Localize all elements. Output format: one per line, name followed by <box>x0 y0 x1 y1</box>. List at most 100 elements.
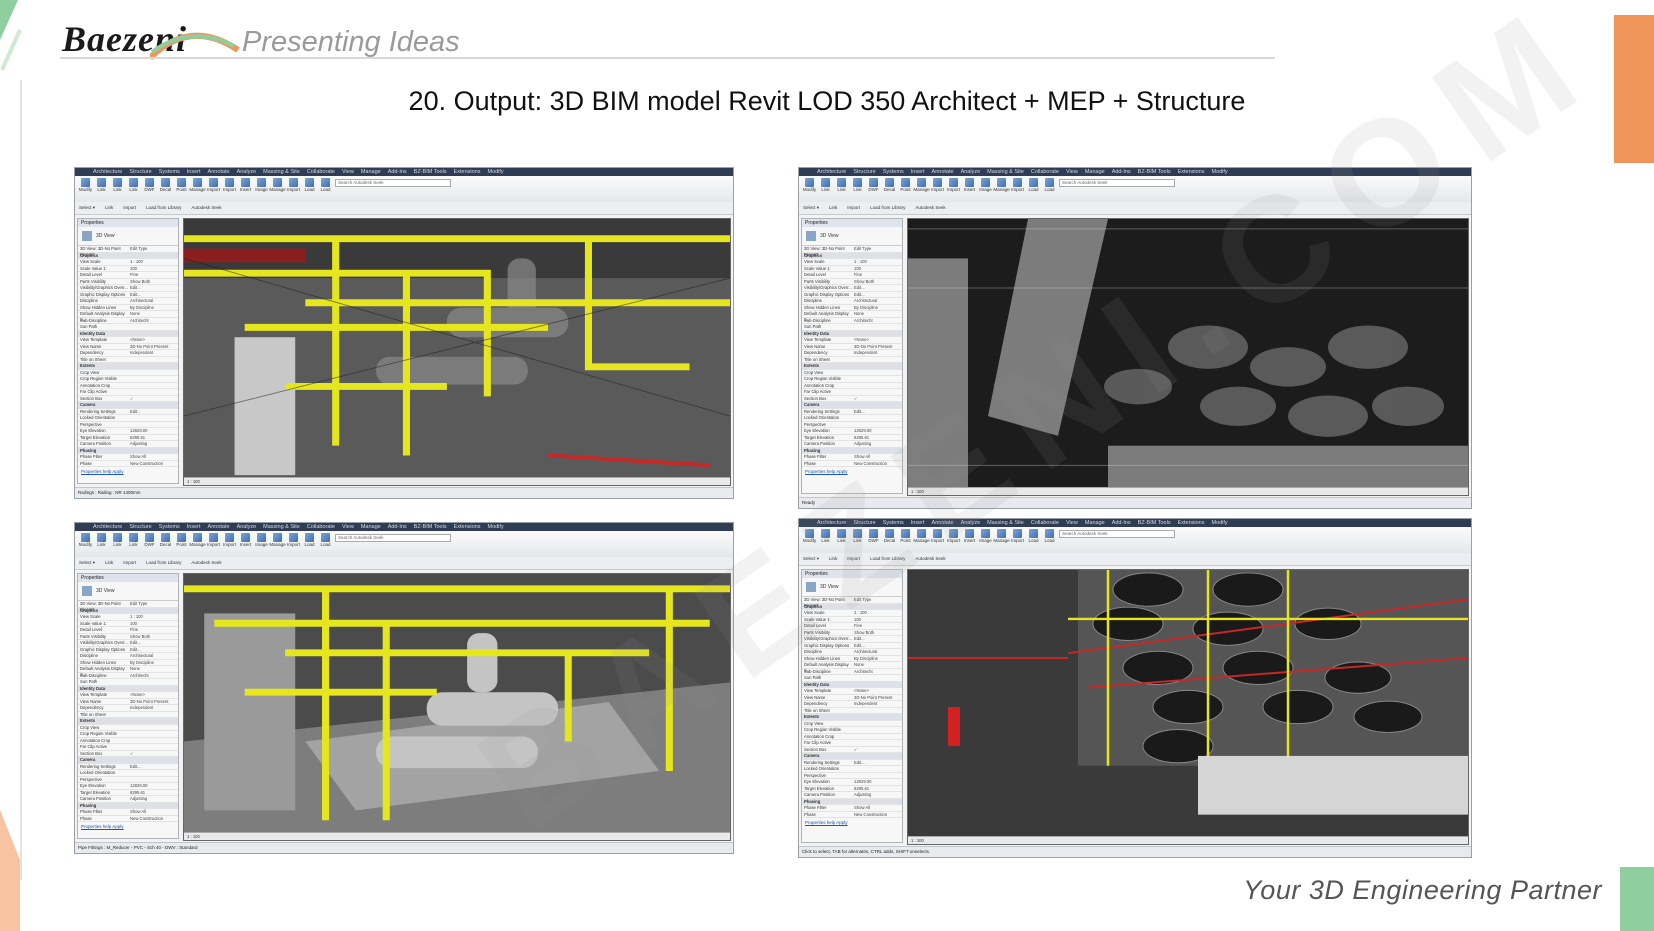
ribbon-button[interactable]: Point <box>175 531 188 553</box>
ribbon-button[interactable]: Load <box>1027 176 1040 198</box>
ribbon-button[interactable]: Import <box>931 176 944 198</box>
ribbon-button[interactable]: Link <box>851 176 864 198</box>
3d-viewport[interactable]: 1 : 100 <box>907 569 1469 845</box>
properties-help-link[interactable]: Properties help Apply <box>78 822 178 831</box>
ribbon-button[interactable]: Decal <box>159 531 172 553</box>
ribbon-tab[interactable]: View <box>342 523 354 531</box>
ribbon-button[interactable]: Load <box>1043 176 1056 198</box>
seek-search-input[interactable]: Search Autodesk Seek <box>335 534 451 542</box>
view-control-bar[interactable]: 1 : 100 <box>908 836 1468 844</box>
ribbon-button[interactable]: Load <box>319 531 332 553</box>
ribbon-tab[interactable]: Collaborate <box>307 168 335 176</box>
ribbon-button[interactable]: Manage <box>189 176 206 198</box>
ribbon-button[interactable]: Link <box>95 176 108 198</box>
type-selector[interactable]: 3D View <box>78 582 178 601</box>
ribbon-tab[interactable]: Modify <box>487 523 503 531</box>
ribbon-tab[interactable]: Add-Ins <box>388 523 407 531</box>
ribbon-button[interactable]: Load <box>319 176 332 198</box>
ribbon-tab[interactable]: Architecture <box>93 523 122 531</box>
ribbon-tab[interactable]: Manage <box>1085 168 1105 176</box>
ribbon-button[interactable]: Link <box>127 531 140 553</box>
ribbon-tab[interactable]: View <box>1066 519 1078 527</box>
ribbon-tab[interactable]: Manage <box>361 168 381 176</box>
ribbon-tabs[interactable]: Architecture Structure Systems Insert Annota… <box>75 523 733 531</box>
ribbon-tab[interactable]: Insert <box>911 168 925 176</box>
ribbon-button[interactable]: Link <box>95 531 108 553</box>
ribbon-tab[interactable]: Systems <box>883 168 904 176</box>
ribbon-tab[interactable]: Annotate <box>208 168 230 176</box>
ribbon-tab[interactable]: BZ-BIM Tools <box>1138 519 1171 527</box>
ribbon-tab[interactable]: Systems <box>159 523 180 531</box>
ribbon-button[interactable]: Load <box>303 176 316 198</box>
3d-viewport[interactable]: 1 : 100 <box>183 218 731 486</box>
view-control-bar[interactable]: 1 : 100 <box>184 477 730 485</box>
type-selector[interactable]: 3D View <box>802 227 902 246</box>
seek-search-input[interactable]: Search Autodesk Seek <box>1059 179 1175 187</box>
ribbon-tab[interactable]: Analyze <box>237 523 257 531</box>
ribbon-button[interactable]: Modify <box>79 531 92 553</box>
ribbon-button[interactable]: Modify <box>803 176 816 198</box>
ribbon-tab[interactable]: Analyze <box>237 168 257 176</box>
ribbon-button[interactable]: Decal <box>883 176 896 198</box>
ribbon-button[interactable]: DWF <box>143 531 156 553</box>
ribbon-button[interactable]: Import <box>223 176 236 198</box>
seek-search-input[interactable]: Search Autodesk Seek <box>1059 530 1175 538</box>
ribbon-button[interactable]: Import <box>287 176 300 198</box>
ribbon-button[interactable]: Image <box>255 176 268 198</box>
ribbon-tab[interactable]: Insert <box>187 168 201 176</box>
ribbon-button[interactable]: Insert <box>239 176 252 198</box>
ribbon-button[interactable]: Decal <box>159 176 172 198</box>
ribbon-button[interactable]: Insert <box>963 176 976 198</box>
ribbon-tab[interactable]: Annotate <box>208 523 230 531</box>
ribbon-button[interactable]: Import <box>223 531 236 553</box>
ribbon-tab[interactable]: Structure <box>129 168 151 176</box>
ribbon-button[interactable]: Import <box>287 531 300 553</box>
ribbon-tab[interactable]: Structure <box>129 523 151 531</box>
ribbon-button[interactable]: Modify <box>79 176 92 198</box>
view-control-bar[interactable]: 1 : 100 <box>184 832 730 840</box>
ribbon-button[interactable]: DWF <box>867 176 880 198</box>
ribbon-button[interactable]: Link <box>127 176 140 198</box>
ribbon-tab[interactable]: Analyze <box>961 168 981 176</box>
ribbon-tab[interactable]: Manage <box>1085 519 1105 527</box>
ribbon-tab[interactable]: Annotate <box>932 168 954 176</box>
ribbon-button[interactable]: Link <box>111 531 124 553</box>
ribbon-button[interactable]: Load <box>1043 527 1056 549</box>
ribbon-tab[interactable]: Massing & Site <box>263 168 300 176</box>
ribbon-button[interactable]: Manage <box>189 531 206 553</box>
ribbon-button[interactable]: Import <box>207 531 220 553</box>
ribbon-button[interactable]: Manage <box>269 531 286 553</box>
ribbon-tab[interactable]: BZ-BIM Tools <box>414 523 447 531</box>
type-selector[interactable]: 3D View <box>78 227 178 246</box>
ribbon-tab[interactable]: Massing & Site <box>263 523 300 531</box>
ribbon-tab[interactable]: Add-Ins <box>1112 168 1131 176</box>
ribbon-button[interactable]: Import <box>207 176 220 198</box>
ribbon-button[interactable]: Manage <box>993 176 1010 198</box>
ribbon-tab[interactable]: Add-Ins <box>388 168 407 176</box>
ribbon-tab[interactable]: Collaborate <box>307 523 335 531</box>
ribbon-tab[interactable]: Structure <box>853 168 875 176</box>
ribbon-tab[interactable]: Insert <box>187 523 201 531</box>
ribbon-tab[interactable]: Systems <box>159 168 180 176</box>
ribbon-tabs[interactable]: Architecture Structure Systems Insert Annota… <box>75 168 733 176</box>
ribbon-button[interactable]: Image <box>255 531 268 553</box>
ribbon-tab[interactable]: View <box>1066 168 1078 176</box>
ribbon-tab[interactable]: Extensions <box>454 168 481 176</box>
ribbon-button[interactable]: Import <box>1011 176 1024 198</box>
ribbon-tab[interactable]: Extensions <box>1178 168 1205 176</box>
ribbon-button[interactable]: DWF <box>143 176 156 198</box>
ribbon-tab[interactable]: BZ-BIM Tools <box>1138 168 1171 176</box>
ribbon-button[interactable]: Load <box>303 531 316 553</box>
ribbon-button[interactable]: Link <box>835 176 848 198</box>
ribbon-tab[interactable]: Architecture <box>817 168 846 176</box>
ribbon-tab[interactable]: Modify <box>1211 519 1227 527</box>
ribbon-button[interactable]: Manage <box>913 176 930 198</box>
seek-search-input[interactable]: Search Autodesk Seek <box>335 179 451 187</box>
ribbon-button[interactable]: Link <box>819 176 832 198</box>
ribbon-tab[interactable]: Manage <box>361 523 381 531</box>
ribbon-tab[interactable]: BZ-BIM Tools <box>414 168 447 176</box>
ribbon-tab[interactable]: Extensions <box>454 523 481 531</box>
ribbon-button[interactable]: Import <box>947 176 960 198</box>
ribbon-button[interactable]: Point <box>899 176 912 198</box>
ribbon-tab[interactable]: Massing & Site <box>987 168 1024 176</box>
